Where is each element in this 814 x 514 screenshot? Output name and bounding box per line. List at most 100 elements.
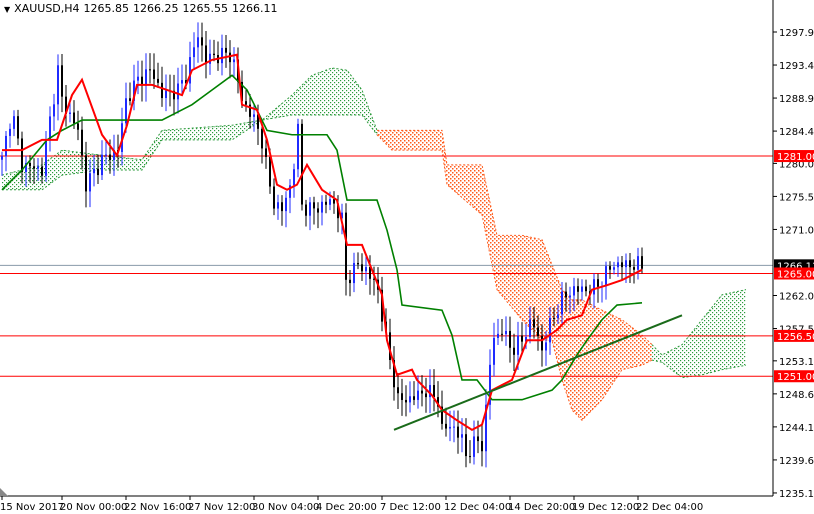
candle-body [513, 347, 515, 355]
candle-body [285, 197, 287, 212]
candle-body [405, 399, 407, 403]
candle-body [85, 155, 87, 192]
x-tick-label: 12 Dec 04:00 [444, 502, 511, 513]
candle-body [529, 319, 531, 338]
candle-body [137, 76, 139, 81]
candle-body [205, 45, 207, 64]
candle-body [549, 317, 551, 343]
candle-body [61, 65, 63, 97]
symbol-label: XAUUSD,H4 [14, 2, 80, 15]
chart-title: ▼ XAUUSD,H4 1265.85 1266.25 1265.55 1266.11 [4, 2, 282, 15]
candle-body [225, 47, 227, 53]
candle-body [449, 426, 451, 429]
candle-body [253, 114, 255, 117]
candle-body [73, 112, 75, 124]
candle-body [17, 116, 19, 139]
candle-body [349, 279, 351, 284]
price-chart[interactable]: 1297.901293.401288.901284.401280.001275.… [0, 0, 814, 514]
candle-body [265, 148, 267, 157]
candle-body [353, 262, 355, 284]
high-value: 1266.25 [133, 2, 179, 15]
candle-body [153, 69, 155, 79]
candle-body [193, 47, 195, 58]
x-tick-label: 7 Dec 12:00 [380, 502, 441, 513]
candle-body [29, 162, 31, 167]
candle-body [613, 267, 615, 270]
candle-body [501, 333, 503, 335]
candle-body [281, 202, 283, 212]
candle-body [305, 204, 307, 216]
candle-body [633, 267, 635, 270]
chart-window[interactable]: 1297.901293.401288.901284.401280.001275.… [0, 0, 814, 514]
level-price-label: 1251.00 [777, 372, 814, 383]
candle-body [469, 456, 471, 458]
candle-body [493, 337, 495, 365]
x-tick-label: 14 Dec 20:00 [508, 502, 575, 513]
candle-body [297, 123, 299, 170]
candle-body [109, 154, 111, 160]
candle-body [361, 264, 363, 272]
candle-body [325, 201, 327, 205]
candle-body [517, 335, 519, 355]
candle-body [329, 199, 331, 205]
candle-body [477, 436, 479, 442]
level-price-label: 1265.00 [777, 269, 814, 280]
candle-body [365, 267, 367, 272]
candle-body [561, 291, 563, 315]
candle-body [409, 396, 411, 403]
x-tick-label: 30 Nov 04:00 [252, 502, 319, 513]
y-tick-label: 1262.00 [779, 292, 814, 303]
scroll-marker-icon [0, 488, 8, 496]
candle-body [577, 286, 579, 292]
candle-body [625, 260, 627, 268]
candle-body [465, 434, 467, 457]
candle-body [453, 426, 455, 428]
candle-body [481, 441, 483, 452]
close-value: 1266.11 [232, 2, 278, 15]
candle-body [41, 166, 43, 176]
x-tick-label: 15 Nov 2017 [0, 502, 64, 513]
candle-body [149, 69, 151, 71]
x-tick-label: 20 Nov 00:00 [60, 502, 127, 513]
candle-body [545, 342, 547, 351]
candle-body [421, 390, 423, 394]
candle-body [93, 168, 95, 174]
x-tick-label: 22 Dec 04:00 [636, 502, 703, 513]
candle-body [293, 169, 295, 186]
horizontal-levels [0, 155, 773, 377]
candle-body [509, 330, 511, 348]
candle-body [81, 129, 83, 156]
axes: 1297.901293.401288.901284.401280.001275.… [0, 0, 814, 513]
candle-body [129, 98, 131, 101]
candle-body [569, 295, 571, 298]
candle-body [309, 202, 311, 216]
y-tick-label: 1297.90 [779, 28, 814, 39]
candle-body [229, 52, 231, 63]
y-tick-label: 1244.10 [779, 423, 814, 434]
candle-body [105, 154, 107, 156]
candle-body [197, 37, 199, 48]
dropdown-triangle-icon[interactable]: ▼ [4, 5, 10, 14]
candle-body [333, 199, 335, 204]
candle-body [97, 168, 99, 176]
candle-body [1, 156, 3, 160]
candle-body [565, 291, 567, 298]
y-tick-label: 1253.10 [779, 357, 814, 368]
x-tick-label: 27 Nov 12:00 [188, 502, 255, 513]
candle-body [593, 279, 595, 295]
candle-body [165, 90, 167, 99]
y-tick-label: 1275.50 [779, 192, 814, 203]
candle-body [597, 279, 599, 287]
candle-body [445, 423, 447, 429]
candle-body [641, 256, 643, 269]
candle-body [505, 330, 507, 335]
candle-body [221, 47, 223, 64]
y-tick-label: 1293.40 [779, 61, 814, 72]
candle-body [537, 327, 539, 337]
candle-body [261, 128, 263, 149]
candle-body [161, 82, 163, 99]
candle-body [245, 101, 247, 105]
low-value: 1265.55 [182, 2, 229, 15]
candle-body [617, 262, 619, 268]
x-tick-label: 4 Dec 20:00 [316, 502, 377, 513]
